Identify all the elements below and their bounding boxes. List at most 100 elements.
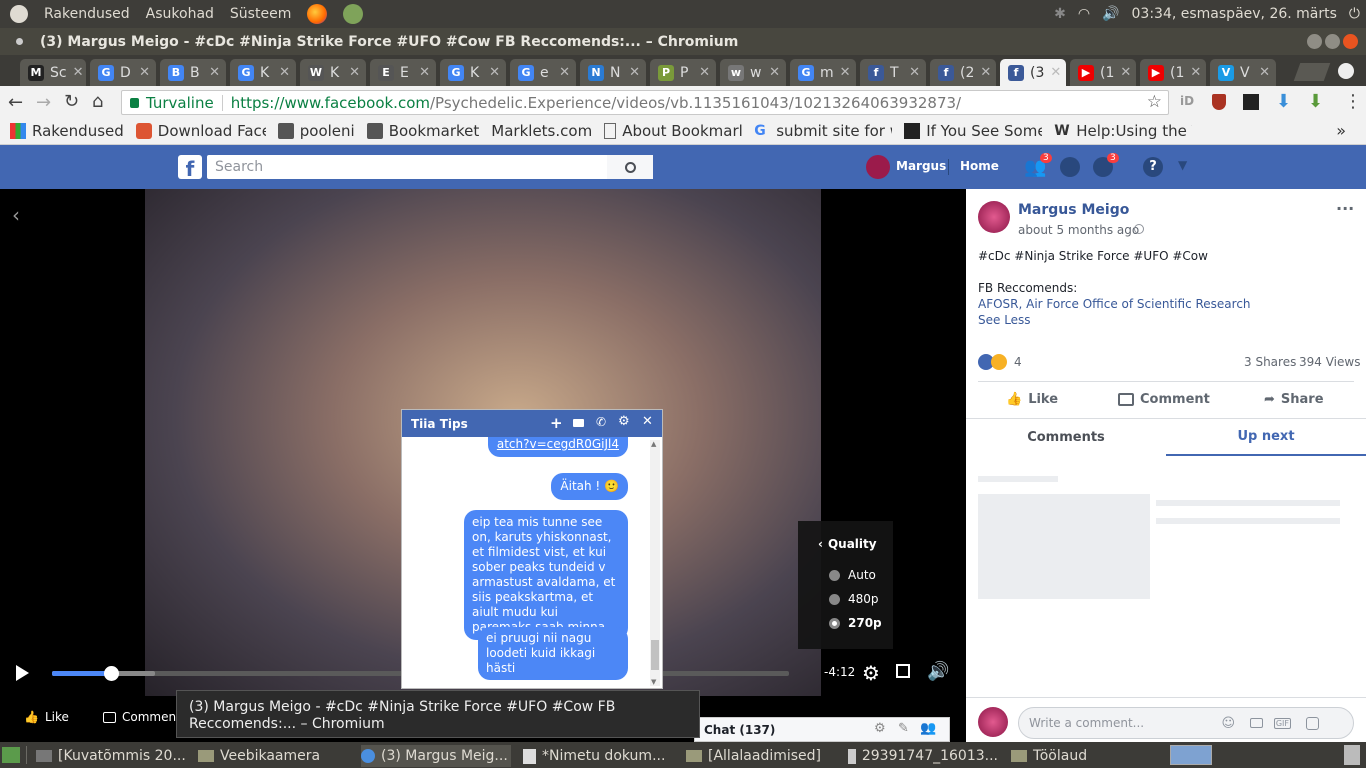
search-button[interactable] <box>607 155 653 179</box>
tab-close-icon[interactable]: ✕ <box>769 65 780 80</box>
post-like-button[interactable]: 👍 Like <box>1006 392 1058 407</box>
video-comment-button[interactable]: Comment <box>103 710 181 724</box>
comment-input[interactable]: Write a comment... ☺ GIF <box>1018 707 1354 739</box>
browser-tab[interactable]: E E ✕ <box>370 59 436 86</box>
browser-tab[interactable]: Ge ✕ <box>510 59 576 86</box>
power-icon[interactable]: ⏻ <box>1349 6 1360 22</box>
haha-reaction-icon[interactable] <box>991 354 1007 370</box>
profile-icon[interactable] <box>1338 63 1354 79</box>
tab-close-icon[interactable]: ✕ <box>73 65 84 80</box>
scroll-up-arrow-icon[interactable]: ▲ <box>651 440 656 448</box>
taskbar-item-desktop[interactable]: Töölaud <box>1011 745 1161 767</box>
menu-dots-icon[interactable]: ⋮ <box>1344 91 1362 112</box>
cast-icon[interactable]: iD <box>1180 94 1194 108</box>
chat-scrollbar[interactable]: ▲ ▼ <box>650 440 660 686</box>
tab-close-icon[interactable]: ✕ <box>419 65 430 80</box>
reload-icon[interactable]: ↻ <box>64 91 79 112</box>
bookmark-if-you-see[interactable]: If You See Somet <box>904 122 1042 140</box>
ublock-extension-icon[interactable] <box>1212 94 1226 110</box>
home-link[interactable]: Home <box>960 159 999 173</box>
clock[interactable]: 03:34, esmaspäev, 26. märts <box>1132 6 1337 22</box>
video-call-icon[interactable] <box>573 419 584 427</box>
browser-tab[interactable]: f (2 ✕ <box>930 59 996 86</box>
back-icon[interactable]: ← <box>8 92 23 113</box>
address-bar[interactable]: Turvaline https://www.facebook.com /Psyc… <box>121 90 1169 115</box>
tab-close-icon[interactable]: ✕ <box>629 65 640 80</box>
chat-close-icon[interactable]: ✕ <box>642 414 653 429</box>
browser-tab[interactable]: V V ✕ <box>1210 59 1276 86</box>
taskbar-item-image[interactable]: 29391747_16013... <box>848 745 998 767</box>
show-desktop-icon[interactable] <box>2 747 20 763</box>
forward-icon[interactable]: → <box>36 92 51 113</box>
play-icon[interactable] <box>16 665 29 681</box>
firefox-launcher-icon[interactable] <box>307 4 328 24</box>
tab-close-icon[interactable]: ✕ <box>489 65 500 80</box>
post-link[interactable]: AFOSR, Air Force Office of Scientific Re… <box>978 296 1348 312</box>
create-group-icon[interactable]: 👥 <box>920 721 936 736</box>
shares-count[interactable]: 3 Shares <box>1244 355 1296 369</box>
scroll-down-arrow-icon[interactable]: ▼ <box>651 678 656 686</box>
library-extension-icon[interactable] <box>1243 94 1259 110</box>
volume-icon[interactable]: 🔊 <box>927 661 949 682</box>
quality-option[interactable]: Auto <box>829 568 876 582</box>
tab-close-icon[interactable]: ✕ <box>909 65 920 80</box>
browser-tab[interactable]: G K ✕ <box>440 59 506 86</box>
browser-tab[interactable]: P P ✕ <box>650 59 716 86</box>
scroll-thumb[interactable] <box>651 640 659 670</box>
facebook-logo-icon[interactable]: f <box>178 155 202 181</box>
bookmark-folder-bookmarket[interactable]: Bookmarket <box>366 122 479 140</box>
browser-tab[interactable]: N N ✕ <box>580 59 646 86</box>
sticker-icon[interactable] <box>1306 716 1319 730</box>
bookmark-apps[interactable]: Rakendused <box>10 122 124 140</box>
browser-tab[interactable]: B B ✕ <box>160 59 226 86</box>
account-dropdown-icon[interactable]: ▼ <box>1178 158 1187 172</box>
profile-name[interactable]: Margus <box>896 159 946 173</box>
post-options-icon[interactable]: ··· <box>1336 199 1354 218</box>
browser-tab[interactable]: w w ✕ <box>720 59 786 86</box>
download-extension-icon[interactable]: ⬇ <box>1276 91 1291 112</box>
browser-tab[interactable]: f (3 ✕ <box>1000 59 1066 86</box>
chat-link[interactable]: atch?v=cegdR0GiJl4 <box>497 437 619 451</box>
tab-close-icon[interactable]: ✕ <box>559 65 570 80</box>
post-share-button[interactable]: ➦ Share <box>1264 392 1324 407</box>
browser-tab[interactable]: W K ✕ <box>300 59 366 86</box>
tab-close-icon[interactable]: ✕ <box>840 65 851 80</box>
tab-close-icon[interactable]: ✕ <box>349 65 360 80</box>
tab-close-icon[interactable]: ✕ <box>139 65 150 80</box>
bookmark-marklets[interactable]: Marklets.com <box>491 122 592 140</box>
bookmark-folder-pooleni[interactable]: pooleni <box>277 122 355 140</box>
chat-settings-icon[interactable]: ⚙ <box>618 414 630 429</box>
extension-green-icon[interactable]: ⬇ <box>1308 91 1323 112</box>
home-icon[interactable]: ⌂ <box>92 91 103 112</box>
chat-count[interactable]: Chat (137) <box>704 723 775 737</box>
settings-icon[interactable]: ⚙ <box>862 661 880 685</box>
volume-icon[interactable]: 🔊 <box>1102 6 1119 22</box>
chat-sidebar-bar[interactable]: Chat (137) ⚙ ✎ 👥 <box>694 717 950 742</box>
quality-option[interactable]: 480p <box>829 592 879 606</box>
emoji-icon[interactable]: ☺ <box>1221 716 1235 731</box>
camera-icon[interactable] <box>1250 718 1263 728</box>
chat-options-icon[interactable]: ⚙ <box>874 721 886 736</box>
browser-tab[interactable]: Gm ✕ <box>790 59 856 86</box>
back-arrow-icon[interactable]: ‹ <box>12 203 20 227</box>
tab-close-icon[interactable]: ✕ <box>980 65 991 80</box>
trash-icon[interactable] <box>1344 745 1360 765</box>
bookmark-about-bookmarklets[interactable]: About Bookmarl <box>604 122 742 140</box>
taskbar-item-chromium[interactable]: (3) Margus Meig... <box>361 745 511 767</box>
taskbar-item-screenshot[interactable]: [Kuvatõmmis 20... <box>36 745 186 767</box>
menu-places[interactable]: Asukohad <box>146 6 214 22</box>
tab-comments[interactable]: Comments <box>966 418 1166 456</box>
messenger-icon[interactable] <box>1060 157 1080 177</box>
close-window-button[interactable] <box>1343 34 1358 49</box>
bookmark-help-using[interactable]: W Help:Using the V <box>1054 122 1192 140</box>
maximize-button[interactable] <box>1325 34 1340 49</box>
facebook-search-input[interactable]: Search <box>207 155 653 179</box>
tab-close-icon[interactable]: ✕ <box>1259 65 1270 80</box>
taskbar-item-downloads[interactable]: [Allalaadimised] <box>686 745 836 767</box>
browser-tab[interactable]: M Sc ✕ <box>20 59 86 86</box>
workspace-switcher[interactable] <box>1170 745 1212 765</box>
profile-avatar[interactable] <box>866 155 890 179</box>
chat-contact-name[interactable]: Tiia Tips <box>411 417 468 431</box>
post-time[interactable]: about 5 months ago <box>1018 223 1139 237</box>
voice-call-icon[interactable]: ✆ <box>596 415 606 429</box>
